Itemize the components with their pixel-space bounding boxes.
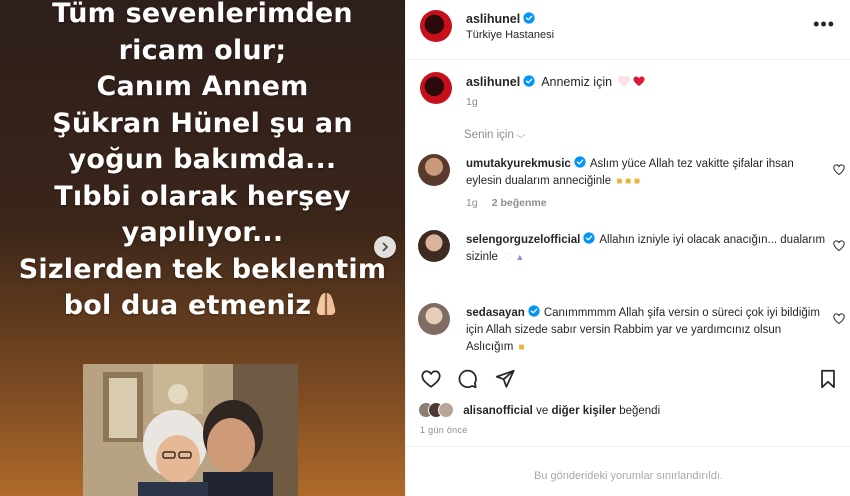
- red-heart-icon: [633, 76, 645, 86]
- story-text: Tüm sevenlerimden ricam olur; Canım Anne…: [0, 0, 405, 325]
- verified-badge-icon: [583, 232, 595, 244]
- share-icon[interactable]: [494, 368, 516, 390]
- comment-body: sedasayan Canımmmmm Allah şifa versin o s…: [466, 305, 826, 356]
- like-heart-icon[interactable]: [833, 240, 845, 252]
- carousel-next-button[interactable]: [374, 236, 396, 258]
- comment-meta: 1g 2 beğenme: [466, 197, 547, 209]
- verified-badge-icon: [523, 12, 535, 24]
- comment-username[interactable]: selengorguzelofficial: [466, 234, 580, 246]
- story-line: Şükran Hünel şu an: [52, 107, 353, 139]
- post-date[interactable]: 1 gün önce: [420, 425, 468, 435]
- comment-icon[interactable]: [456, 368, 478, 390]
- caption-avatar[interactable]: [420, 72, 452, 104]
- caption-line: aslihunel Annemiz için: [466, 75, 645, 89]
- verified-badge-icon: [528, 305, 540, 317]
- praying-hands-icon: [317, 293, 336, 315]
- praying-hands-icon: ■: [518, 342, 525, 353]
- white-heart-icon: [617, 76, 630, 87]
- comment-username[interactable]: umutakyurekmusic: [466, 158, 571, 170]
- likes-summary: alisanofficial ve diğer kişiler beğendi: [418, 402, 660, 418]
- liker-avatar: [438, 402, 454, 418]
- caption-username[interactable]: aslihunel: [466, 75, 520, 89]
- verified-badge-icon: [523, 75, 535, 87]
- chevron-right-icon: [382, 242, 389, 252]
- story-line-last: bol dua etmeniz: [0, 288, 405, 325]
- likes-suffix: beğendi: [619, 405, 661, 417]
- commenter-avatar[interactable]: [418, 230, 450, 262]
- comment-time: 1g: [466, 197, 478, 209]
- chevron-down-icon: ⌵: [515, 130, 526, 141]
- story-line: ricam olur;: [118, 34, 287, 66]
- post-media[interactable]: Tüm sevenlerimden ricam olur; Canım Anne…: [0, 0, 405, 496]
- caption-time: 1g: [466, 96, 478, 108]
- commenter-avatar[interactable]: [418, 303, 450, 335]
- like-heart-icon[interactable]: [833, 313, 845, 325]
- post-action-bar: [406, 364, 850, 394]
- commenter-avatar[interactable]: [418, 154, 450, 186]
- comment-likes[interactable]: 2 beğenme: [492, 197, 547, 209]
- likes-joiner: ve: [536, 405, 549, 417]
- like-heart-icon[interactable]: [833, 164, 845, 176]
- story-line: bol dua etmeniz: [63, 290, 312, 321]
- comment-username[interactable]: sedasayan: [466, 307, 525, 319]
- author-avatar[interactable]: [420, 10, 452, 42]
- story-line: yapılıyor...: [121, 217, 284, 248]
- liker-username[interactable]: alisanofficial: [463, 405, 533, 417]
- more-options-icon[interactable]: •••: [813, 15, 835, 33]
- post-header: aslihunel Türkiye Hastanesi •••: [406, 0, 850, 60]
- story-line: Canım Annem: [96, 71, 309, 102]
- post-location[interactable]: Türkiye Hastanesi: [466, 29, 554, 41]
- comment-body: selengorguzelofficial Allahın izniyle iyi…: [466, 232, 826, 266]
- family-photo: [83, 364, 298, 496]
- author-username[interactable]: aslihunel: [466, 12, 520, 26]
- comment-body: umutakyurekmusic Aslım yüce Allah tez vak…: [466, 156, 826, 190]
- divider: [406, 446, 850, 447]
- heart-emoji-icon: ♡: [503, 252, 513, 263]
- story-line: Tüm sevenlerimden: [52, 0, 353, 29]
- author-username-row[interactable]: aslihunel: [466, 12, 535, 26]
- comments-restricted-notice: Bu gönderideki yorumlar sınırlandırıldı.: [534, 470, 723, 482]
- sort-label[interactable]: Senin için: [464, 129, 514, 141]
- story-line: Tıbbi olarak herşey: [54, 180, 351, 212]
- bookmark-icon[interactable]: [817, 368, 839, 390]
- praying-hands-icon: ▲: [515, 252, 525, 262]
- like-icon[interactable]: [420, 368, 442, 390]
- praying-hands-icon: ■ ■ ■: [616, 176, 641, 187]
- post-details-panel: aslihunel Türkiye Hastanesi ••• aslihune…: [405, 0, 850, 496]
- story-line: yoğun bakımda...: [68, 144, 337, 175]
- caption-text: Annemiz için: [541, 75, 613, 89]
- verified-badge-icon: [574, 156, 586, 168]
- comment-sort-dropdown[interactable]: Senin için ⌵: [464, 129, 526, 141]
- other-likers-link[interactable]: diğer kişiler: [551, 405, 616, 417]
- story-line: Sizlerden tek beklentim: [18, 253, 387, 285]
- photo-illustration: [83, 364, 298, 496]
